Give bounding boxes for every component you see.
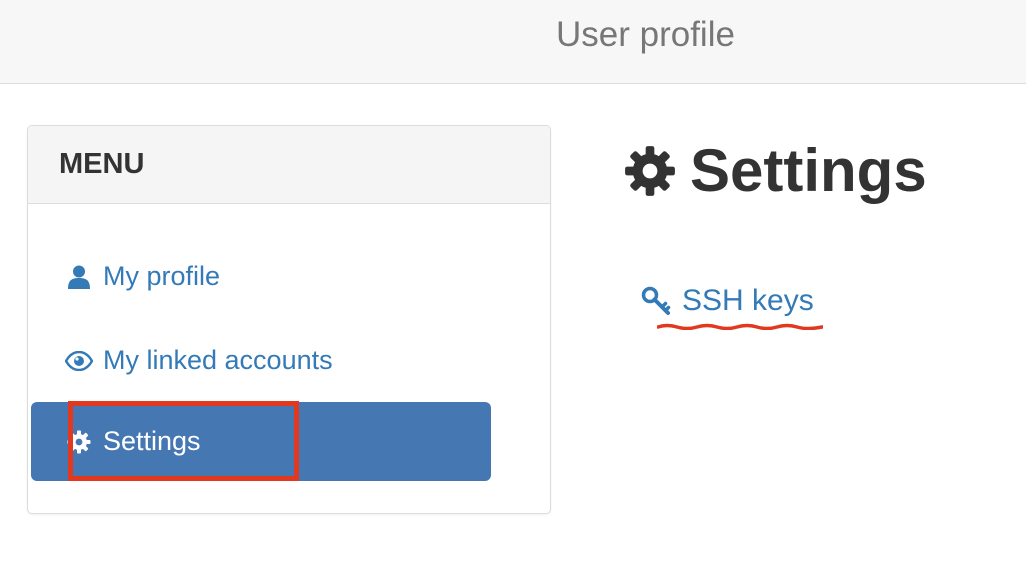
menu-heading: MENU [28,126,550,204]
menu-item-label: Settings [103,426,201,456]
top-navbar: User profile [0,0,1026,84]
gear-icon [622,143,678,199]
page-title-text: Settings [690,137,927,204]
navbar-title[interactable]: User profile [556,14,735,56]
page-title: Settings [622,136,927,206]
menu-item-my-linked-accounts[interactable]: My linked accounts [31,321,491,400]
ssh-keys-label: SSH keys [682,284,814,317]
menu-item-label: My linked accounts [103,345,333,375]
ssh-keys-link[interactable]: SSH keys [640,284,814,318]
gear-icon [65,428,93,456]
eye-icon [65,347,93,375]
key-icon [640,285,672,317]
annotation-underline [657,323,823,330]
menu-item-settings[interactable]: Settings [31,402,491,481]
menu-item-my-profile[interactable]: My profile [31,237,491,316]
user-icon [65,263,93,291]
menu-item-label: My profile [103,261,221,291]
